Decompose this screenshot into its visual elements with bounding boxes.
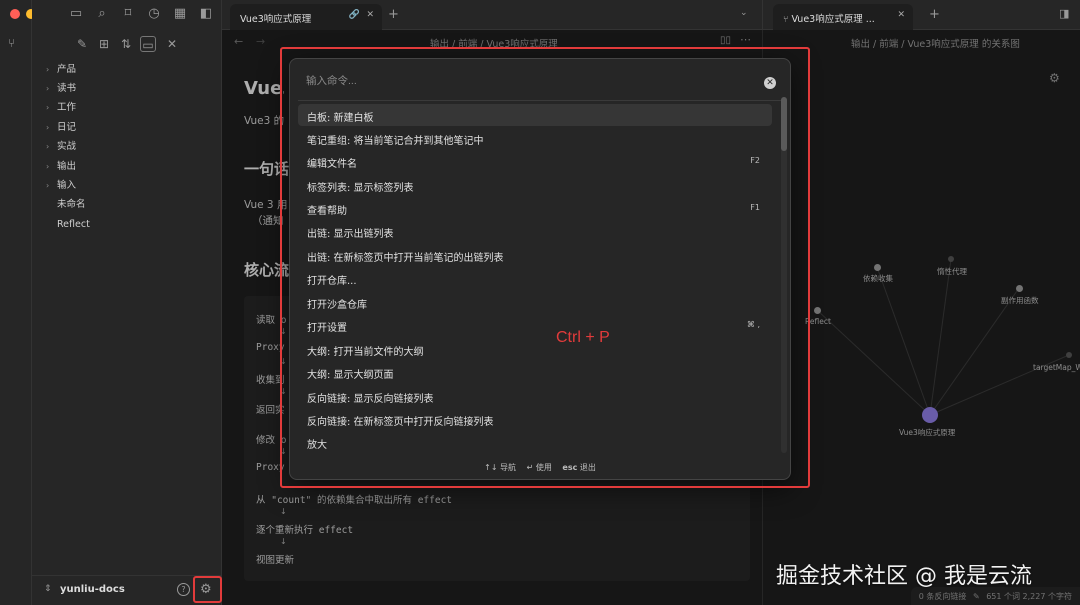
tree-folder-product[interactable]: › 产品: [46, 61, 76, 79]
chevron-right-icon: ›: [46, 123, 50, 132]
tree-item-label: 产品: [57, 64, 77, 75]
watermark: 掘金技术社区 @ 我是云流: [776, 564, 1032, 589]
chevron-right-icon: ›: [46, 84, 50, 93]
highlight-box-settings: [193, 576, 222, 603]
shortcut-annotation: Ctrl + P: [556, 329, 610, 346]
close-icon[interactable]: ✕: [164, 36, 180, 52]
clock-icon[interactable]: ◷: [146, 6, 162, 22]
tree-item-label: 日记: [57, 122, 77, 133]
new-tab-icon[interactable]: +: [388, 7, 399, 22]
tree-file-reflect[interactable]: Reflect: [46, 216, 90, 234]
tree-item-label: Reflect: [57, 219, 90, 230]
tree-item-label: 输入: [57, 180, 77, 191]
tree-folder-work[interactable]: › 工作: [46, 99, 76, 117]
tree-folder-practice[interactable]: › 实战: [46, 138, 76, 156]
tree-folder-input[interactable]: › 输入: [46, 177, 76, 195]
close-tab-icon[interactable]: ✕: [366, 10, 374, 20]
chevron-right-icon: ›: [46, 65, 50, 74]
chevron-right-icon: ›: [46, 142, 50, 151]
tab-vue3-reactivity[interactable]: Vue3响应式原理 🔗 ✕: [230, 4, 382, 30]
left-ribbon: ⑂: [0, 0, 52, 605]
graph-view-icon[interactable]: ⑂: [8, 36, 15, 50]
tree-item-label: 输出: [57, 161, 77, 172]
chevron-down-icon[interactable]: ⌄: [740, 8, 748, 18]
chevron-right-icon: ›: [46, 103, 50, 112]
link-icon: 🔗: [348, 10, 360, 20]
tree-item-label: 未命名: [57, 199, 86, 210]
vault-switch-icon[interactable]: ⇕: [44, 584, 52, 594]
tree-folder-diary[interactable]: › 日记: [46, 119, 76, 137]
file-explorer-sidebar: ▭ ⌕ ⌑ ◷ ▦ ◧ ✎ ⊞ ⇅ ▭ ✕ › 产品 › 读书 › 工作 › 日记 › 实…: [32, 0, 222, 605]
tree-item-label: 实战: [57, 141, 77, 152]
sort-icon[interactable]: ⇅: [118, 36, 134, 52]
tab-title: Vue3响应式原理: [240, 14, 312, 25]
tree-folder-reading[interactable]: › 读书: [46, 80, 76, 98]
calendar-icon[interactable]: ▦: [172, 6, 188, 22]
tree-item-label: 工作: [57, 102, 77, 113]
tree-item-label: 读书: [57, 83, 77, 94]
chevron-right-icon: ›: [46, 181, 50, 190]
collapse-all-icon[interactable]: ▭: [140, 36, 156, 52]
tree-file-untitled[interactable]: 未命名: [46, 196, 86, 214]
folder-icon[interactable]: ▭: [68, 6, 84, 22]
search-icon[interactable]: ⌕: [94, 6, 110, 22]
chevron-right-icon: ›: [46, 162, 50, 171]
editor-tabbar: Vue3响应式原理 🔗 ✕ + ⌄: [222, 0, 762, 30]
help-icon[interactable]: ?: [177, 583, 190, 596]
tree-folder-output[interactable]: › 输出: [46, 158, 76, 176]
window-close-button[interactable]: [10, 9, 20, 19]
new-note-icon[interactable]: ✎: [74, 36, 90, 52]
bookmark-icon[interactable]: ⌑: [120, 6, 136, 22]
highlight-box-palette: [280, 47, 810, 488]
vault-name[interactable]: yunliu-docs: [60, 584, 125, 595]
new-folder-icon[interactable]: ⊞: [96, 36, 112, 52]
sidebar-toggle-icon[interactable]: ◧: [198, 6, 214, 22]
